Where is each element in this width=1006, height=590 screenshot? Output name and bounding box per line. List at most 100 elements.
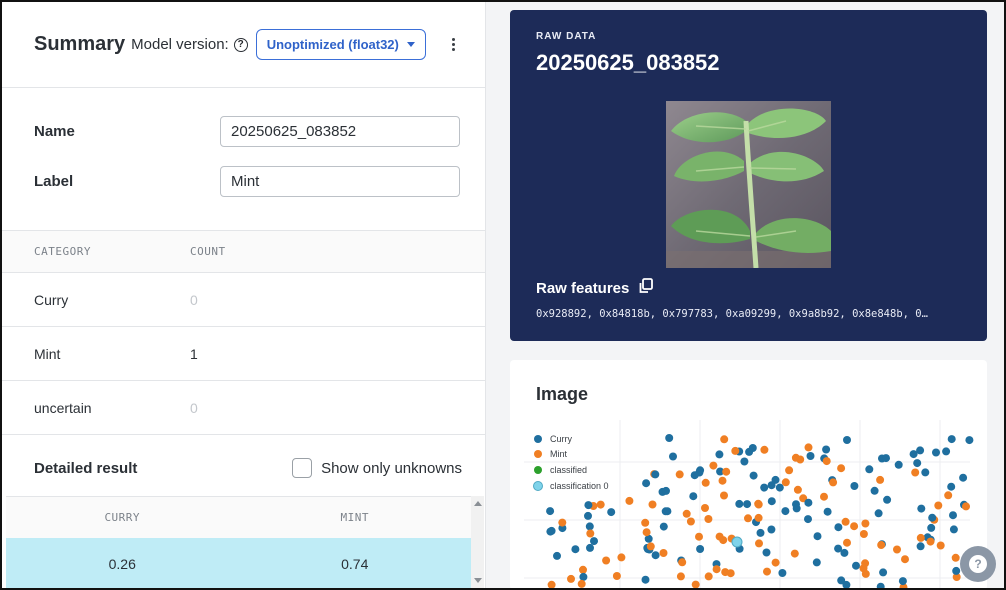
scatter-point xyxy=(804,443,813,452)
scatter-point xyxy=(959,473,968,482)
scatter-point xyxy=(720,491,728,500)
scatter-point xyxy=(823,507,832,516)
scatter-point xyxy=(841,517,850,526)
table-row[interactable]: 0.26 0.74 xyxy=(6,538,471,590)
scatter-point xyxy=(567,574,575,583)
scatter-point xyxy=(704,515,713,523)
scatter-point xyxy=(775,483,784,492)
scatter-point xyxy=(861,569,870,578)
name-label: Name xyxy=(34,123,75,140)
copy-icon[interactable] xyxy=(639,278,654,298)
scatter-point xyxy=(709,461,718,470)
scatter-point xyxy=(861,559,870,568)
label-row: Label Mint xyxy=(34,166,460,197)
scatter-point xyxy=(586,543,594,552)
scroll-down-icon[interactable] xyxy=(474,578,482,583)
help-fab-icon[interactable]: ? xyxy=(960,546,996,582)
show-only-unknowns-checkbox[interactable] xyxy=(292,458,313,478)
category-cell: uncertain xyxy=(34,399,92,416)
detailed-result-header: Detailed result Show only unknowns xyxy=(34,458,462,478)
scatter-point xyxy=(651,470,660,479)
scatter-point xyxy=(651,551,660,560)
raw-data-title: 20250625_083852 xyxy=(536,50,720,75)
model-version-select[interactable]: Unoptimized (float32) xyxy=(255,29,426,60)
scatter-point xyxy=(762,548,771,557)
name-field[interactable]: 20250625_083852 xyxy=(220,116,460,147)
scatter-point xyxy=(553,551,561,560)
scatter-point xyxy=(951,553,960,562)
kebab-menu-icon[interactable] xyxy=(452,38,455,51)
scatter-point xyxy=(648,500,657,509)
scatter-point xyxy=(659,522,668,531)
model-version-label: Model version: xyxy=(131,36,229,53)
scatter-point xyxy=(874,509,883,518)
model-version-value: Unoptimized (float32) xyxy=(266,37,399,52)
scatter-point xyxy=(744,514,752,523)
scatter-point xyxy=(682,509,691,518)
scatter-point xyxy=(607,508,616,517)
legend-classified: classified xyxy=(550,465,587,475)
scatter-point xyxy=(748,444,757,452)
count-cell: 0 xyxy=(190,399,198,416)
scatter-point xyxy=(820,492,828,501)
scatter-point xyxy=(771,475,780,484)
scatter-point xyxy=(934,501,943,510)
chevron-down-icon xyxy=(406,42,415,47)
scatter-point xyxy=(558,518,567,527)
scatter-point xyxy=(740,457,749,466)
scatter-point xyxy=(547,526,556,535)
scatter-point xyxy=(861,519,870,528)
scatter-point xyxy=(829,478,838,487)
count-cell: 0 xyxy=(190,291,198,308)
scatter-point xyxy=(883,495,892,504)
scatter-point xyxy=(689,492,698,501)
scatter-point xyxy=(822,457,831,466)
scatter-point xyxy=(947,435,956,444)
scatter-point xyxy=(942,447,951,456)
scatter-point xyxy=(584,501,593,510)
mint-score: 0.74 xyxy=(341,556,369,572)
scatter-point xyxy=(571,545,580,554)
scatter-point xyxy=(840,548,849,557)
scatter-point xyxy=(901,555,909,564)
scatter-point xyxy=(804,515,812,524)
label-field[interactable]: Mint xyxy=(220,166,460,197)
raw-features-text: Raw features xyxy=(536,279,630,297)
scatter-point xyxy=(586,529,595,538)
scatter-point xyxy=(894,460,903,469)
scatter-point xyxy=(675,470,684,479)
help-circle-icon[interactable]: ? xyxy=(233,37,248,52)
scatter-point xyxy=(917,504,926,513)
scatter-point xyxy=(804,498,813,507)
scatter-point xyxy=(715,450,724,459)
scatter-point xyxy=(944,491,953,500)
show-only-unknowns-toggle[interactable]: Show only unknowns xyxy=(292,458,462,478)
scatter-point xyxy=(686,517,695,526)
scatter-point xyxy=(642,479,651,488)
scatter-point xyxy=(932,448,940,457)
scatter-point xyxy=(579,572,588,581)
scroll-up-icon[interactable] xyxy=(474,501,482,506)
scatter-point xyxy=(577,579,586,588)
scatter-point xyxy=(718,476,727,485)
image-plot-card: Image Curry Mint classified classificati… xyxy=(510,360,987,590)
scatter-point xyxy=(585,522,594,531)
scatter-point xyxy=(778,569,787,577)
classified-sample-point[interactable] xyxy=(731,536,743,548)
scatter-point xyxy=(928,513,937,522)
result-table-scrollbar[interactable] xyxy=(471,496,484,588)
scatter-point xyxy=(865,465,874,474)
scatter-point xyxy=(590,537,598,546)
column-header-category: CATEGORY xyxy=(34,245,91,258)
scatter-point xyxy=(790,549,799,558)
scatter-plot[interactable]: Curry Mint classified classification 0 xyxy=(510,360,987,590)
category-table-header: CATEGORY COUNT xyxy=(2,230,485,273)
scatter-point xyxy=(879,568,888,577)
scatter-point xyxy=(754,513,763,522)
scatter-point xyxy=(962,502,970,511)
count-cell: 1 xyxy=(190,345,198,362)
show-only-unknowns-label: Show only unknowns xyxy=(321,459,462,477)
raw-data-card: RAW DATA 20250625_083852 Raw features 0x… xyxy=(510,10,987,341)
scatter-point xyxy=(662,486,670,495)
scatter-point xyxy=(749,471,758,480)
